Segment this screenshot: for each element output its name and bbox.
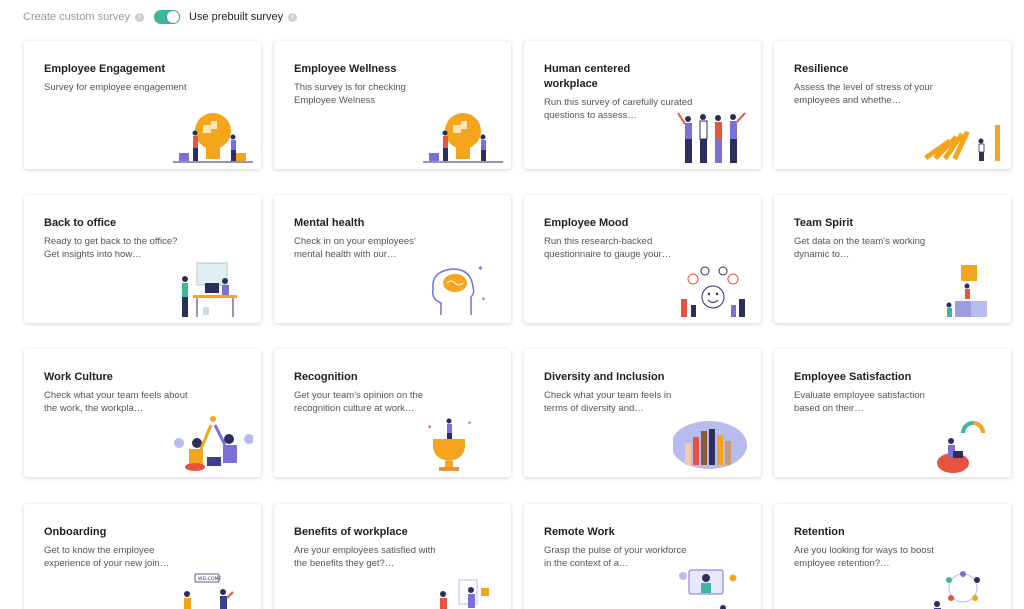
card-description: Are you looking for ways to boost employ… [794,545,934,569]
survey-card-back-to-office[interactable]: Back to office Ready to get back to the … [24,195,261,323]
survey-card-resilience[interactable]: Resilience Assess the level of stress of… [774,41,1011,169]
survey-type-switcher: Create custom survey i Use prebuilt surv… [23,9,298,25]
card-description: Are your employees satisfied with the be… [294,545,436,569]
card-title: Diversity and Inclusion [544,371,665,383]
survey-card-remote-work[interactable]: Remote Work Grasp the pulse of your work… [524,504,761,609]
survey-card-work-culture[interactable]: Work Culture Check what your team feels … [24,349,261,477]
use-prebuilt-survey-label[interactable]: Use prebuilt survey [189,10,283,24]
gauge-illustration [937,421,985,473]
office-desk-illustration [182,262,237,317]
survey-card-human-centered-workplace[interactable]: Human centered workplace Run this survey… [524,41,761,169]
card-title: Employee Wellness [294,63,397,75]
card-description: Ready to get back to the office? Get ins… [44,236,178,260]
svg-text:✦: ✦ [481,296,486,303]
card-description: Get data on the team's working dynamic t… [794,236,926,260]
survey-card-employee-wellness[interactable]: Employee Wellness This survey is for che… [274,41,511,169]
survey-card-mental-health[interactable]: Mental health Check in on your employees… [274,195,511,323]
card-description: Evaluate employee satisfaction based on … [794,390,925,414]
video-call-illustration [679,569,737,609]
card-title: Recognition [294,371,358,383]
create-custom-survey-label[interactable]: Create custom survey [23,10,130,24]
svg-text:✦: ✦ [467,420,472,427]
card-title: Benefits of workplace [294,526,408,538]
card-description: Survey for employee engagement [44,82,187,93]
survey-card-diversity-and-inclusion[interactable]: Diversity and Inclusion Check what your … [524,349,761,477]
survey-card-team-spirit[interactable]: Team Spirit Get data on the team's worki… [774,195,1011,323]
info-icon[interactable]: i [288,12,298,22]
survey-card-benefits-of-workplace[interactable]: Benefits of workplace Are your employees… [274,504,511,609]
card-title: Onboarding [44,526,107,538]
card-title: Team Spirit [794,217,854,229]
card-title: Back to office [44,217,117,229]
survey-card-recognition[interactable]: Recognition Get your team's opinion on t… [274,349,511,477]
network-illustration [934,571,980,609]
survey-type-toggle[interactable] [153,10,180,24]
domino-illustration [924,125,1000,161]
card-description: Get to know the employee experience of y… [44,545,170,569]
puzzle-head-illustration [173,113,253,163]
toggle-knob [166,11,179,23]
puzzle-head-illustration [423,113,503,163]
card-title: Mental health [294,217,365,229]
card-title: Remote Work [544,526,615,538]
high-five-illustration [174,416,253,471]
svg-text:✦: ✦ [427,424,432,431]
brain-head-illustration: ✦ ✦ [431,264,486,315]
card-title: Employee Satisfaction [794,371,912,383]
team-cheering-illustration [677,112,746,163]
card-title: Human centered workplace [544,63,631,90]
card-title: Retention [794,526,845,538]
welcome-illustration: WELCOME [184,573,234,609]
card-title: Employee Mood [544,217,629,229]
svg-text:WELCOME: WELCOME [198,576,221,582]
mood-faces-illustration [681,266,745,317]
card-description: Check in on your employees' mental healt… [294,236,416,260]
survey-card-employee-satisfaction[interactable]: Employee Satisfaction Evaluate employee … [774,349,1011,477]
card-description: This survey is for checking Employee Wel… [294,82,406,106]
card-description: Check what your team feels about the wor… [44,390,188,414]
card-description: Assess the level of stress of your emplo… [794,82,933,106]
puzzle-tower-illustration [946,265,987,317]
benefits-illustration [440,579,489,609]
trophy-illustration: ✦ ✦ [427,418,472,471]
survey-card-onboarding[interactable]: Onboarding Get to know the employee expe… [24,504,261,609]
card-description: Get your team's opinion on the recogniti… [294,390,424,414]
card-description: Check what your team feels in terms of d… [544,390,672,414]
info-icon[interactable]: i [134,12,144,22]
svg-text:✦: ✦ [477,264,484,273]
card-title: Employee Engagement [44,63,166,75]
raised-hands-illustration [673,421,747,469]
card-description: Grasp the pulse of your workforce in the… [544,545,687,569]
card-description: Run this research-backed questionnaire t… [544,236,672,260]
survey-card-retention[interactable]: Retention Are you looking for ways to bo… [774,504,1011,609]
card-title: Work Culture [44,371,113,383]
card-title: Resilience [794,63,849,75]
survey-card-employee-engagement[interactable]: Employee Engagement Survey for employee … [24,41,261,169]
survey-card-employee-mood[interactable]: Employee Mood Run this research-backed q… [524,195,761,323]
